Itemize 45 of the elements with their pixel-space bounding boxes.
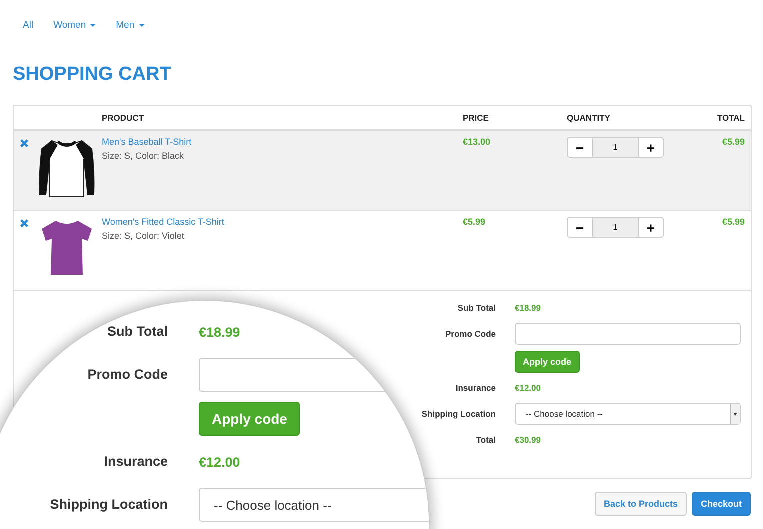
line-total: €5.99 bbox=[721, 217, 746, 229]
summary-label: Promo Code bbox=[445, 328, 496, 341]
decrease-button[interactable]: − bbox=[567, 137, 593, 158]
summary-label: Insurance bbox=[456, 382, 496, 395]
line-total: €5.99 bbox=[721, 137, 746, 149]
back-button[interactable]: Back to Products bbox=[594, 492, 687, 516]
remove-icon[interactable] bbox=[20, 139, 29, 148]
product-link[interactable]: Women's Fitted Classic T-Shirt bbox=[102, 217, 463, 227]
page-title: SHOPPING CART bbox=[13, 63, 172, 87]
column-header: PRODUCT bbox=[102, 112, 146, 122]
summary-label: Insurance bbox=[104, 453, 168, 471]
nav-link[interactable]: Men bbox=[116, 19, 145, 31]
summary-value: €30.99 bbox=[515, 435, 542, 445]
quantity-field[interactable]: 1 bbox=[593, 217, 638, 238]
summary-value: €18.99 bbox=[515, 303, 542, 313]
nav-link[interactable]: All bbox=[23, 19, 34, 31]
summary-label: Sub Total bbox=[458, 302, 496, 315]
product-link[interactable]: Men's Baseball T-Shirt bbox=[102, 137, 463, 147]
increase-button[interactable]: + bbox=[638, 137, 664, 158]
column-header: QUANTITY bbox=[567, 112, 612, 122]
summary-value: €18.99 bbox=[199, 324, 242, 340]
nav-link[interactable]: Women bbox=[54, 19, 96, 31]
column-header: PRICE bbox=[463, 112, 490, 122]
summary-label: Total bbox=[476, 434, 496, 447]
summary-label: Sub Total bbox=[108, 323, 168, 341]
apply-code-button[interactable]: Apply code bbox=[199, 402, 300, 436]
price: €13.00 bbox=[463, 137, 492, 149]
product-details: Size: S, Color: Black bbox=[102, 151, 186, 161]
price: €5.99 bbox=[463, 217, 487, 229]
summary-label: Promo Code bbox=[88, 366, 168, 384]
summary-label: Shipping Location bbox=[422, 408, 496, 421]
decrease-button[interactable]: − bbox=[567, 217, 593, 238]
summary-value: €12.00 bbox=[515, 383, 542, 393]
location-select[interactable]: -- Choose location -- bbox=[199, 488, 429, 522]
remove-icon[interactable] bbox=[20, 219, 29, 228]
checkout-button[interactable]: Checkout bbox=[692, 492, 751, 516]
summary-label: Shipping Location bbox=[50, 496, 168, 514]
increase-button[interactable]: + bbox=[638, 217, 664, 238]
summary-value: €12.00 bbox=[199, 454, 242, 470]
apply-code-button[interactable]: Apply code bbox=[515, 351, 580, 373]
location-select[interactable]: -- Choose location -- bbox=[515, 403, 741, 425]
product-details: Size: S, Color: Violet bbox=[102, 231, 186, 241]
promo-code-field[interactable] bbox=[515, 323, 741, 345]
quantity-field[interactable]: 1 bbox=[593, 137, 638, 158]
column-header: TOTAL bbox=[716, 112, 746, 122]
